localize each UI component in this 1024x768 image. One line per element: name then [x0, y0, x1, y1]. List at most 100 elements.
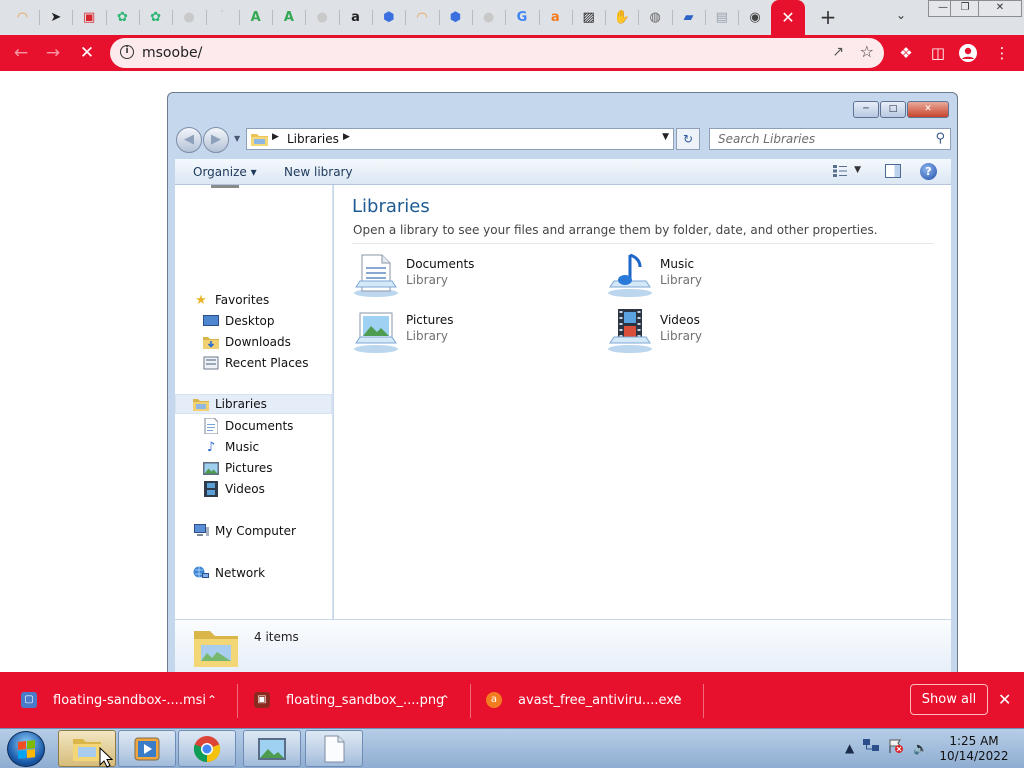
- active-tab[interactable]: ✕: [771, 0, 805, 35]
- taskbar-photo-viewer[interactable]: [243, 730, 301, 767]
- browser-tab[interactable]: ▨: [573, 4, 604, 31]
- extensions-puzzle-icon[interactable]: ❖: [896, 43, 916, 63]
- browser-tab[interactable]: ◠: [407, 4, 438, 31]
- explorer-forward-icon[interactable]: ▶: [203, 127, 229, 153]
- tab-search-chevron-icon[interactable]: ⌄: [896, 8, 906, 22]
- address-bar[interactable]: i msoobe/ ↗ ☆: [110, 38, 884, 68]
- window-close-icon[interactable]: ✕: [978, 0, 1022, 17]
- browser-tab[interactable]: ➤: [40, 4, 71, 31]
- library-music[interactable]: Music Library: [606, 251, 836, 299]
- downloads-folder-icon: [203, 334, 219, 350]
- start-button[interactable]: [7, 731, 45, 767]
- url-text[interactable]: msoobe/: [142, 45, 202, 61]
- browser-tab[interactable]: ▤: [706, 4, 737, 31]
- download-options-chevron-icon[interactable]: ⌃: [440, 693, 450, 707]
- nav-recent-places[interactable]: Recent Places: [203, 353, 308, 373]
- explorer-minimize-icon[interactable]: ─: [853, 101, 879, 118]
- network-tray-icon[interactable]: [863, 739, 880, 756]
- browser-tab[interactable]: ◠: [7, 4, 38, 31]
- item-count: 4 items: [254, 630, 299, 644]
- new-tab-button[interactable]: +: [817, 6, 839, 28]
- bookmark-star-icon[interactable]: ☆: [860, 42, 874, 61]
- browser-tab[interactable]: ▰: [673, 4, 704, 31]
- preview-pane-icon[interactable]: [885, 164, 901, 178]
- browser-tab[interactable]: ●: [473, 4, 504, 31]
- download-item[interactable]: a avast_free_antiviru....exe ⌃: [486, 672, 696, 728]
- browser-menu-icon[interactable]: ⋮: [992, 43, 1012, 63]
- browser-tab[interactable]: ▣: [74, 4, 105, 31]
- nav-music[interactable]: ♪ Music: [203, 437, 259, 457]
- new-library-button[interactable]: New library: [284, 165, 353, 179]
- browser-tab[interactable]: ✿: [140, 4, 171, 31]
- download-options-chevron-icon[interactable]: ⌃: [207, 693, 217, 707]
- profile-avatar-icon[interactable]: [958, 43, 978, 63]
- browser-tab[interactable]: ◉: [740, 4, 771, 31]
- browser-tab[interactable]: ●: [307, 4, 338, 31]
- download-options-chevron-icon[interactable]: ⌃: [672, 693, 682, 707]
- help-icon[interactable]: ?: [920, 163, 937, 180]
- action-center-flag-icon[interactable]: [888, 739, 904, 756]
- share-icon[interactable]: ↗: [832, 44, 844, 60]
- close-tab-icon[interactable]: ✕: [781, 8, 794, 27]
- explorer-close-icon[interactable]: ✕: [907, 101, 949, 118]
- taskbar-blank-document[interactable]: [305, 730, 363, 767]
- download-item[interactable]: ▢ floating-sandbox-....msi ⌃: [21, 672, 231, 728]
- forward-arrow-icon[interactable]: →: [42, 42, 64, 64]
- browser-tab[interactable]: G: [507, 4, 538, 31]
- library-pictures[interactable]: Pictures Library: [352, 307, 582, 355]
- volume-icon[interactable]: 🔈: [913, 741, 928, 755]
- change-view-icon[interactable]: [833, 165, 847, 177]
- stop-loading-icon[interactable]: ✕: [76, 42, 98, 64]
- site-info-icon[interactable]: i: [120, 45, 134, 59]
- recent-pages-chevron-icon[interactable]: ▼: [234, 134, 240, 143]
- nav-pictures[interactable]: Pictures: [203, 458, 273, 478]
- breadcrumb-separator-icon[interactable]: ▶: [272, 132, 279, 142]
- search-icon[interactable]: ⚲: [935, 131, 945, 146]
- browser-tab[interactable]: ◍: [640, 4, 671, 31]
- restore-icon[interactable]: ❐: [950, 0, 980, 17]
- nav-videos[interactable]: Videos: [203, 479, 265, 499]
- browser-tab[interactable]: A: [240, 4, 271, 31]
- browser-tab[interactable]: ˙: [207, 4, 238, 31]
- library-documents[interactable]: Documents Library: [352, 251, 582, 299]
- nav-downloads[interactable]: Downloads: [203, 332, 291, 352]
- taskbar-media-player[interactable]: [118, 730, 176, 767]
- view-options-chevron-icon[interactable]: ▼: [854, 165, 861, 175]
- explorer-maximize-icon[interactable]: □: [880, 101, 906, 118]
- nav-pictures-label: Pictures: [225, 461, 273, 475]
- system-clock[interactable]: 1:25 AM 10/14/2022: [938, 734, 1010, 764]
- browser-tab[interactable]: ●: [174, 4, 205, 31]
- browser-tab[interactable]: a: [540, 4, 571, 31]
- library-videos[interactable]: Videos Library: [606, 307, 836, 355]
- nav-documents[interactable]: Documents: [203, 416, 293, 436]
- blue-drive-icon: ▰: [683, 9, 694, 25]
- side-panel-icon[interactable]: ◫: [928, 43, 948, 63]
- nav-favorites[interactable]: ★ Favorites: [193, 290, 269, 310]
- show-all-button[interactable]: Show all: [910, 684, 988, 715]
- refresh-icon[interactable]: ↻: [676, 128, 700, 150]
- film-strip-icon: [203, 481, 219, 497]
- browser-tab[interactable]: ✿: [107, 4, 138, 31]
- browser-tab[interactable]: a: [340, 4, 371, 31]
- taskbar-chrome[interactable]: [178, 730, 236, 767]
- browser-tab[interactable]: ✋: [606, 4, 637, 31]
- explorer-back-icon[interactable]: ◀: [176, 127, 202, 153]
- explorer-address-bar[interactable]: ▶ Libraries ▶ ▼: [246, 128, 674, 150]
- browser-tab[interactable]: ⬢: [440, 4, 471, 31]
- nav-desktop[interactable]: Desktop: [203, 311, 275, 331]
- browser-tab[interactable]: A: [273, 4, 304, 31]
- show-hidden-icons-icon[interactable]: ▲: [845, 741, 854, 755]
- close-download-shelf-icon[interactable]: ✕: [998, 690, 1011, 709]
- nav-libraries[interactable]: Libraries: [175, 394, 332, 414]
- search-input[interactable]: Search Libraries ⚲: [709, 128, 951, 150]
- download-item[interactable]: ▣ floating_sandbox_....png ⌃: [254, 672, 464, 728]
- organize-button[interactable]: Organize ▾: [193, 165, 257, 179]
- browser-tab[interactable]: ⬢: [373, 4, 404, 31]
- back-arrow-icon[interactable]: ←: [10, 42, 32, 64]
- library-type: Library: [660, 273, 702, 287]
- breadcrumb-children-icon[interactable]: ▶: [343, 132, 350, 142]
- nav-network[interactable]: Network: [193, 563, 265, 583]
- nav-my-computer[interactable]: My Computer: [193, 521, 296, 541]
- address-dropdown-icon[interactable]: ▼: [662, 132, 669, 142]
- breadcrumb-libraries[interactable]: Libraries: [287, 132, 339, 146]
